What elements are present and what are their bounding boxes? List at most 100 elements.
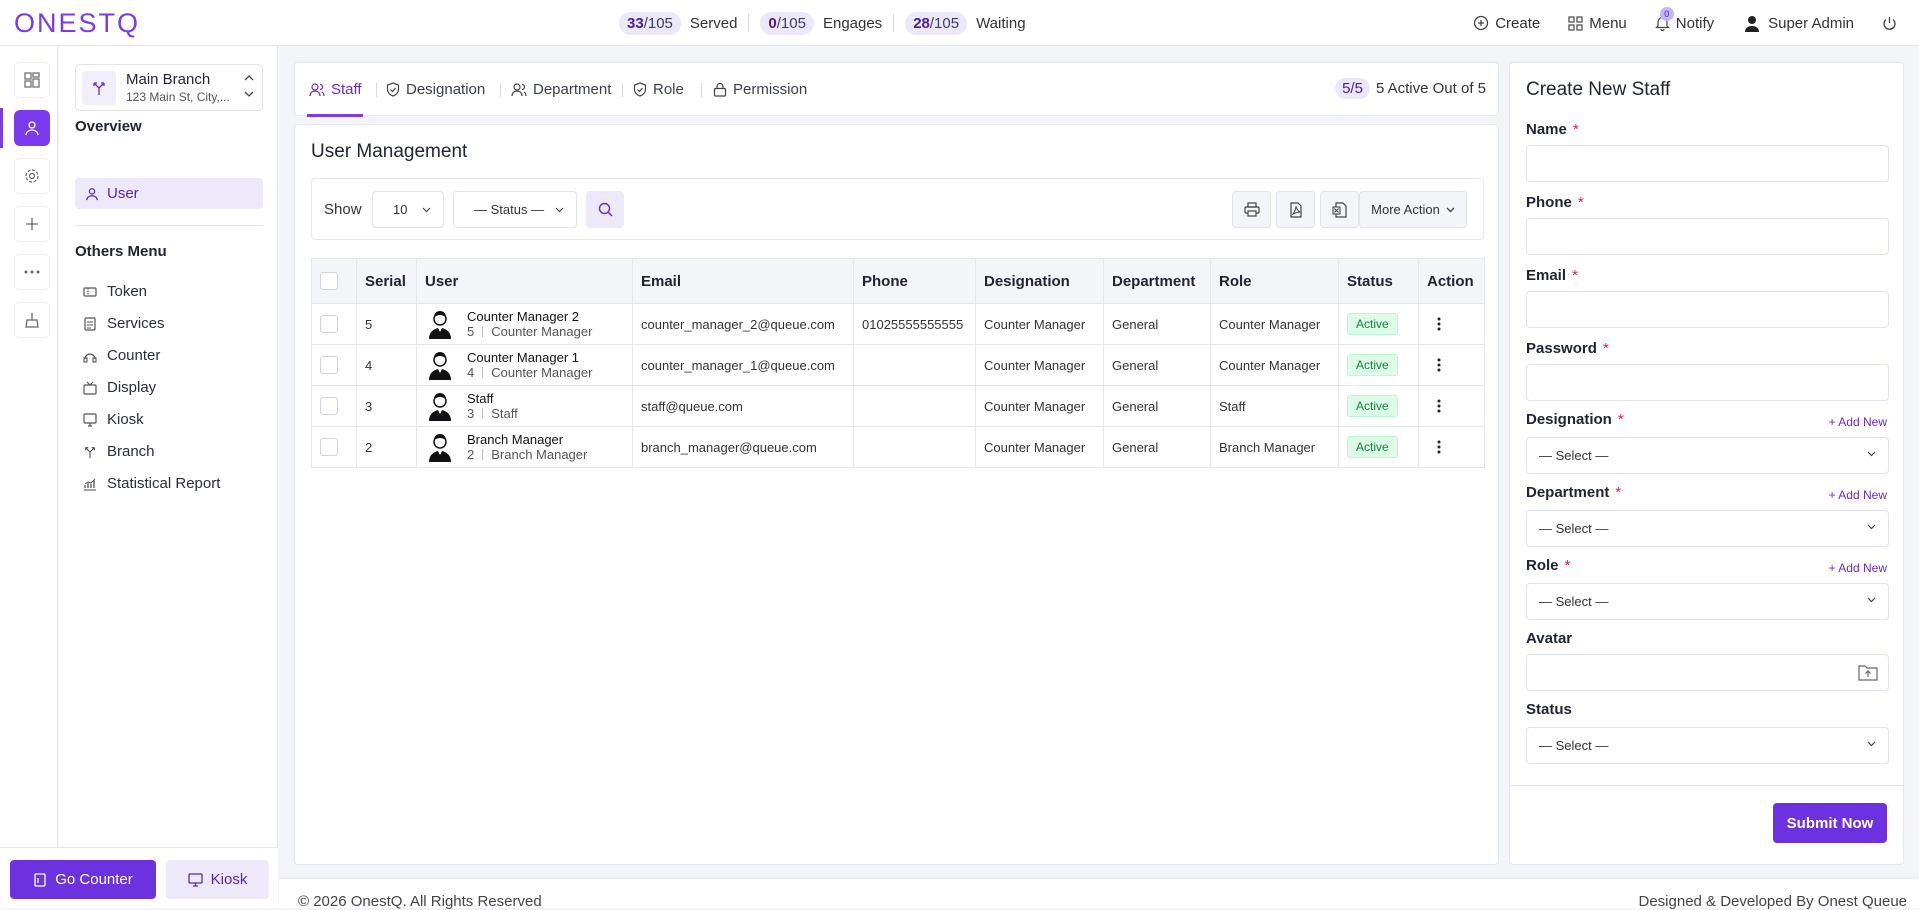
user-name[interactable]: Counter Manager 2 — [467, 309, 592, 324]
user-subtitle: Counter Manager — [491, 324, 593, 339]
sidebar-item-statistical-report[interactable]: Statistical Report — [83, 475, 220, 492]
add-rail-button[interactable] — [14, 206, 50, 242]
add-new-role-link[interactable]: + Add New — [1829, 561, 1887, 575]
sidebar-item-kiosk[interactable]: Kiosk — [83, 411, 144, 428]
row-checkbox[interactable] — [320, 315, 338, 333]
display-icon — [83, 381, 97, 395]
kebab-menu-icon[interactable] — [1437, 358, 1441, 372]
sidebar: Main Branch 123 Main St, City,... Overvi… — [59, 46, 278, 908]
more-action-button[interactable]: More Action — [1359, 191, 1467, 228]
sidebar-item-label: Statistical Report — [107, 475, 221, 492]
table-row: 4 Counter Manager 1 4 Counter Manager cou… — [311, 344, 1485, 386]
queue-stats: 33/105 Served 0/105 Engages 28/105 Waiti… — [619, 10, 1026, 36]
sidebar-item-token[interactable]: Token — [83, 283, 147, 300]
search-button[interactable] — [586, 191, 624, 228]
kiosk-button[interactable]: Kiosk — [166, 860, 269, 899]
grid-icon — [1568, 15, 1583, 31]
cell-email: branch_manager@queue.com — [632, 426, 854, 468]
role-select[interactable]: — Select — — [1526, 583, 1889, 620]
user-icon — [25, 121, 39, 136]
print-button[interactable] — [1232, 191, 1271, 228]
user-name[interactable]: Counter Manager 1 — [467, 350, 592, 365]
column-header-phone[interactable]: Phone — [853, 258, 976, 304]
cell-email: staff@queue.com — [632, 385, 854, 427]
sidebar-item-counter[interactable]: Counter — [83, 347, 160, 364]
sidebar-item-branch[interactable]: Branch — [83, 443, 155, 460]
password-field[interactable] — [1526, 364, 1889, 401]
status-filter-value: — Status — — [474, 202, 545, 217]
add-new-designation-link[interactable]: + Add New — [1829, 415, 1887, 429]
branch-name: Main Branch — [126, 71, 211, 88]
user-menu[interactable]: Super Admin — [1742, 13, 1854, 33]
credits-text: Designed & Developed By Onest Queue — [1638, 893, 1908, 910]
clean-rail-button[interactable] — [14, 302, 50, 338]
sidebar-item-display[interactable]: Display — [83, 379, 156, 396]
go-counter-button[interactable]: Go Counter — [10, 860, 156, 899]
status-select[interactable]: — Select — — [1526, 727, 1889, 764]
more-rail-button[interactable] — [14, 254, 50, 290]
user-name[interactable]: Branch Manager — [467, 432, 587, 447]
cell-phone — [853, 344, 976, 386]
export-excel-button[interactable] — [1320, 191, 1359, 228]
branch-selector[interactable]: Main Branch 123 Main St, City,... — [75, 64, 263, 111]
email-field[interactable] — [1526, 291, 1889, 328]
footer: © 2026 OnestQ. All Rights Reserved Desig… — [279, 878, 1919, 910]
settings-rail-button[interactable] — [14, 158, 50, 194]
add-new-department-link[interactable]: + Add New — [1829, 488, 1887, 502]
cell-serial: 2 — [356, 426, 417, 468]
stat-engages-value: 0 — [768, 14, 777, 32]
select-all-checkbox[interactable] — [320, 272, 338, 290]
dashboard-rail-button[interactable] — [14, 62, 50, 98]
avatar — [429, 311, 451, 339]
column-header-serial[interactable]: Serial — [356, 258, 417, 304]
user-name[interactable]: Staff — [467, 391, 518, 406]
status-filter-select[interactable]: — Status — — [453, 191, 577, 228]
power-button[interactable] — [1882, 16, 1903, 31]
sidebar-item-services[interactable]: Services — [83, 315, 165, 332]
tab-department[interactable]: Department — [511, 63, 611, 116]
rail-active-indicator — [0, 108, 3, 148]
column-header-role[interactable]: Role — [1210, 258, 1339, 304]
kebab-menu-icon[interactable] — [1437, 317, 1441, 331]
page-size-select[interactable]: 10 — [372, 191, 444, 228]
kebab-menu-icon[interactable] — [1437, 399, 1441, 413]
form-title: Create New Staff — [1526, 79, 1671, 100]
tab-department-label: Department — [533, 81, 612, 98]
column-header-email[interactable]: Email — [632, 258, 854, 304]
notify-button[interactable]: 0 Notify — [1654, 6, 1714, 32]
cell-serial: 3 — [356, 385, 417, 427]
user-avatar-icon — [1745, 16, 1760, 32]
department-select[interactable]: — Select — — [1526, 510, 1889, 547]
sidebar-item-label: Display — [107, 379, 157, 396]
user-cell: Branch Manager 2 Branch Manager — [425, 432, 632, 462]
submit-button[interactable]: Submit Now — [1773, 803, 1887, 843]
menu-button[interactable]: Menu — [1568, 15, 1627, 32]
user-id: 2 — [467, 447, 475, 462]
tab-permission[interactable]: Permission — [713, 63, 807, 116]
stat-waiting: 28/105 Waiting — [905, 11, 1026, 35]
sidebar-item-user[interactable]: User — [75, 178, 263, 209]
column-header-department[interactable]: Department — [1103, 258, 1211, 304]
row-checkbox[interactable] — [320, 438, 338, 456]
folder-upload-icon[interactable] — [1858, 663, 1878, 681]
users-rail-button[interactable] — [14, 110, 50, 146]
tab-designation[interactable]: Designation — [386, 63, 485, 116]
create-button[interactable]: Create — [1473, 15, 1540, 32]
app-logo[interactable]: ONESTQ — [14, 8, 140, 39]
report-icon — [84, 478, 96, 491]
active-count: 5/5 5 Active Out of 5 — [1335, 78, 1486, 99]
row-checkbox[interactable] — [320, 397, 338, 415]
row-checkbox[interactable] — [320, 356, 338, 374]
broom-icon — [25, 313, 39, 328]
export-pdf-button[interactable] — [1276, 191, 1315, 228]
tab-staff[interactable]: Staff — [309, 63, 362, 116]
avatar-upload-field[interactable] — [1526, 654, 1889, 691]
name-field[interactable] — [1526, 145, 1889, 182]
designation-select[interactable]: — Select — — [1526, 437, 1889, 474]
column-header-user[interactable]: User — [416, 258, 633, 304]
column-header-status[interactable]: Status — [1338, 258, 1419, 304]
column-header-designation[interactable]: Designation — [975, 258, 1104, 304]
phone-field[interactable] — [1526, 218, 1889, 255]
tab-role[interactable]: Role — [633, 63, 684, 116]
kebab-menu-icon[interactable] — [1437, 440, 1441, 454]
